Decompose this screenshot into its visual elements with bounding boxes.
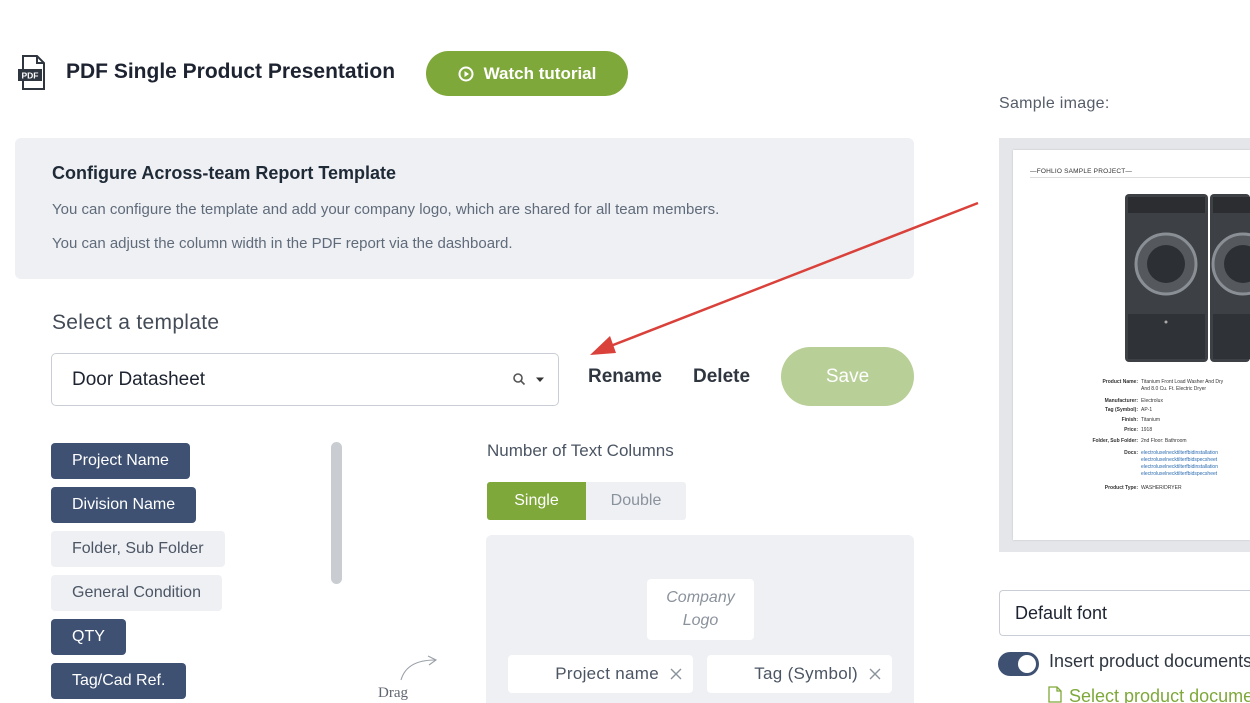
- search-icon: [513, 373, 526, 386]
- delete-button[interactable]: Delete: [693, 366, 750, 388]
- columns-double-option[interactable]: Double: [586, 482, 686, 520]
- drag-hint: Drag: [378, 685, 408, 701]
- watch-tutorial-button[interactable]: Watch tutorial: [426, 51, 628, 96]
- document-icon: [1048, 686, 1062, 703]
- sample-doc-divider: [1030, 177, 1250, 178]
- company-logo-placeholder[interactable]: Company Logo: [647, 579, 754, 640]
- columns-single-option[interactable]: Single: [487, 482, 586, 520]
- layout-slot-tag-symbol[interactable]: Tag (Symbol): [707, 655, 892, 693]
- company-logo-line: Company: [666, 589, 735, 606]
- sample-image-label: Sample image:: [999, 95, 1110, 112]
- field-chip-folder-sub-folder[interactable]: Folder, Sub Folder: [51, 531, 225, 567]
- insert-documents-toggle[interactable]: [998, 652, 1039, 676]
- info-title: Configure Across-team Report Template: [52, 163, 397, 183]
- caret-down-icon[interactable]: [535, 376, 545, 384]
- layout-slot-label: Project name: [555, 664, 659, 683]
- toggle-knob: [1018, 655, 1036, 673]
- sample-doc-title: —FOHLIO SAMPLE PROJECT—: [1030, 168, 1133, 175]
- text-columns-label: Number of Text Columns: [487, 441, 674, 460]
- page-title: PDF Single Product Presentation: [66, 60, 396, 83]
- field-chip-project-name[interactable]: Project Name: [51, 443, 190, 479]
- watch-tutorial-label: Watch tutorial: [483, 63, 597, 83]
- layout-slot-project-name[interactable]: Project name: [508, 655, 693, 693]
- annotation-arrow: [590, 201, 979, 355]
- company-logo-line: Logo: [682, 612, 719, 629]
- select-template-label: Select a template: [52, 311, 220, 334]
- sample-document-preview: —FOHLIO SAMPLE PROJECT— Product Name: Tit…: [1013, 150, 1250, 540]
- field-list-scrollbar[interactable]: [331, 442, 342, 584]
- field-chip-tag-cad-ref[interactable]: Tag/Cad Ref.: [51, 663, 187, 699]
- rename-button[interactable]: Rename: [588, 366, 662, 388]
- info-text-line: You can adjust the column width in the P…: [52, 235, 513, 252]
- layout-slot-label: Tag (Symbol): [754, 664, 858, 683]
- pdf-icon-label: PDF: [22, 71, 39, 81]
- field-chip-qty[interactable]: QTY: [51, 619, 126, 655]
- play-circle-icon: [458, 66, 474, 81]
- remove-icon[interactable]: [669, 667, 683, 681]
- pdf-file-icon: PDF: [18, 55, 45, 90]
- remove-icon[interactable]: [868, 667, 882, 681]
- field-chip-division-name[interactable]: Division Name: [51, 487, 197, 523]
- washer-dryer-image: [1125, 194, 1250, 362]
- select-documents-link[interactable]: Select product documents: [1069, 686, 1250, 703]
- template-select-value: Door Datasheet: [72, 369, 206, 390]
- insert-documents-label: Insert product documents: [1049, 651, 1250, 671]
- curved-arrow-icon: [400, 655, 438, 681]
- font-select-value: Default font: [1015, 603, 1108, 623]
- field-chip-general-condition[interactable]: General Condition: [51, 575, 222, 611]
